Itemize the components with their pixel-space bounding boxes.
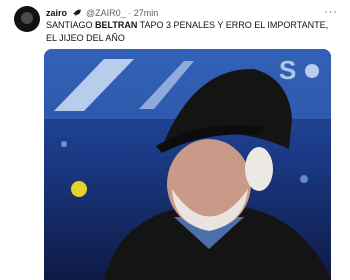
display-name[interactable]: zairo (46, 8, 67, 18)
tweet[interactable]: zairo @ZAIR0_ · 27min ··· SANTIAGO BELTR… (0, 0, 350, 280)
timestamp[interactable]: 27min (134, 8, 159, 18)
handle[interactable]: @ZAIR0_ (86, 8, 126, 18)
crow-icon (72, 9, 82, 17)
video-frame: S (44, 49, 331, 280)
tweet-media-video[interactable]: S (44, 49, 331, 280)
separator: · (128, 8, 132, 18)
tweet-text-bold: BELTRAN (95, 20, 138, 30)
tweet-text-start: SANTIAGO (46, 20, 96, 30)
more-options-icon[interactable]: ··· (324, 6, 338, 18)
avatar[interactable] (14, 6, 40, 32)
svg-text:S: S (279, 55, 296, 85)
tweet-header: zairo @ZAIR0_ · 27min (46, 6, 158, 20)
tweet-text: SANTIAGO BELTRAN TAPO 3 PENALES Y ERRO E… (46, 19, 336, 45)
